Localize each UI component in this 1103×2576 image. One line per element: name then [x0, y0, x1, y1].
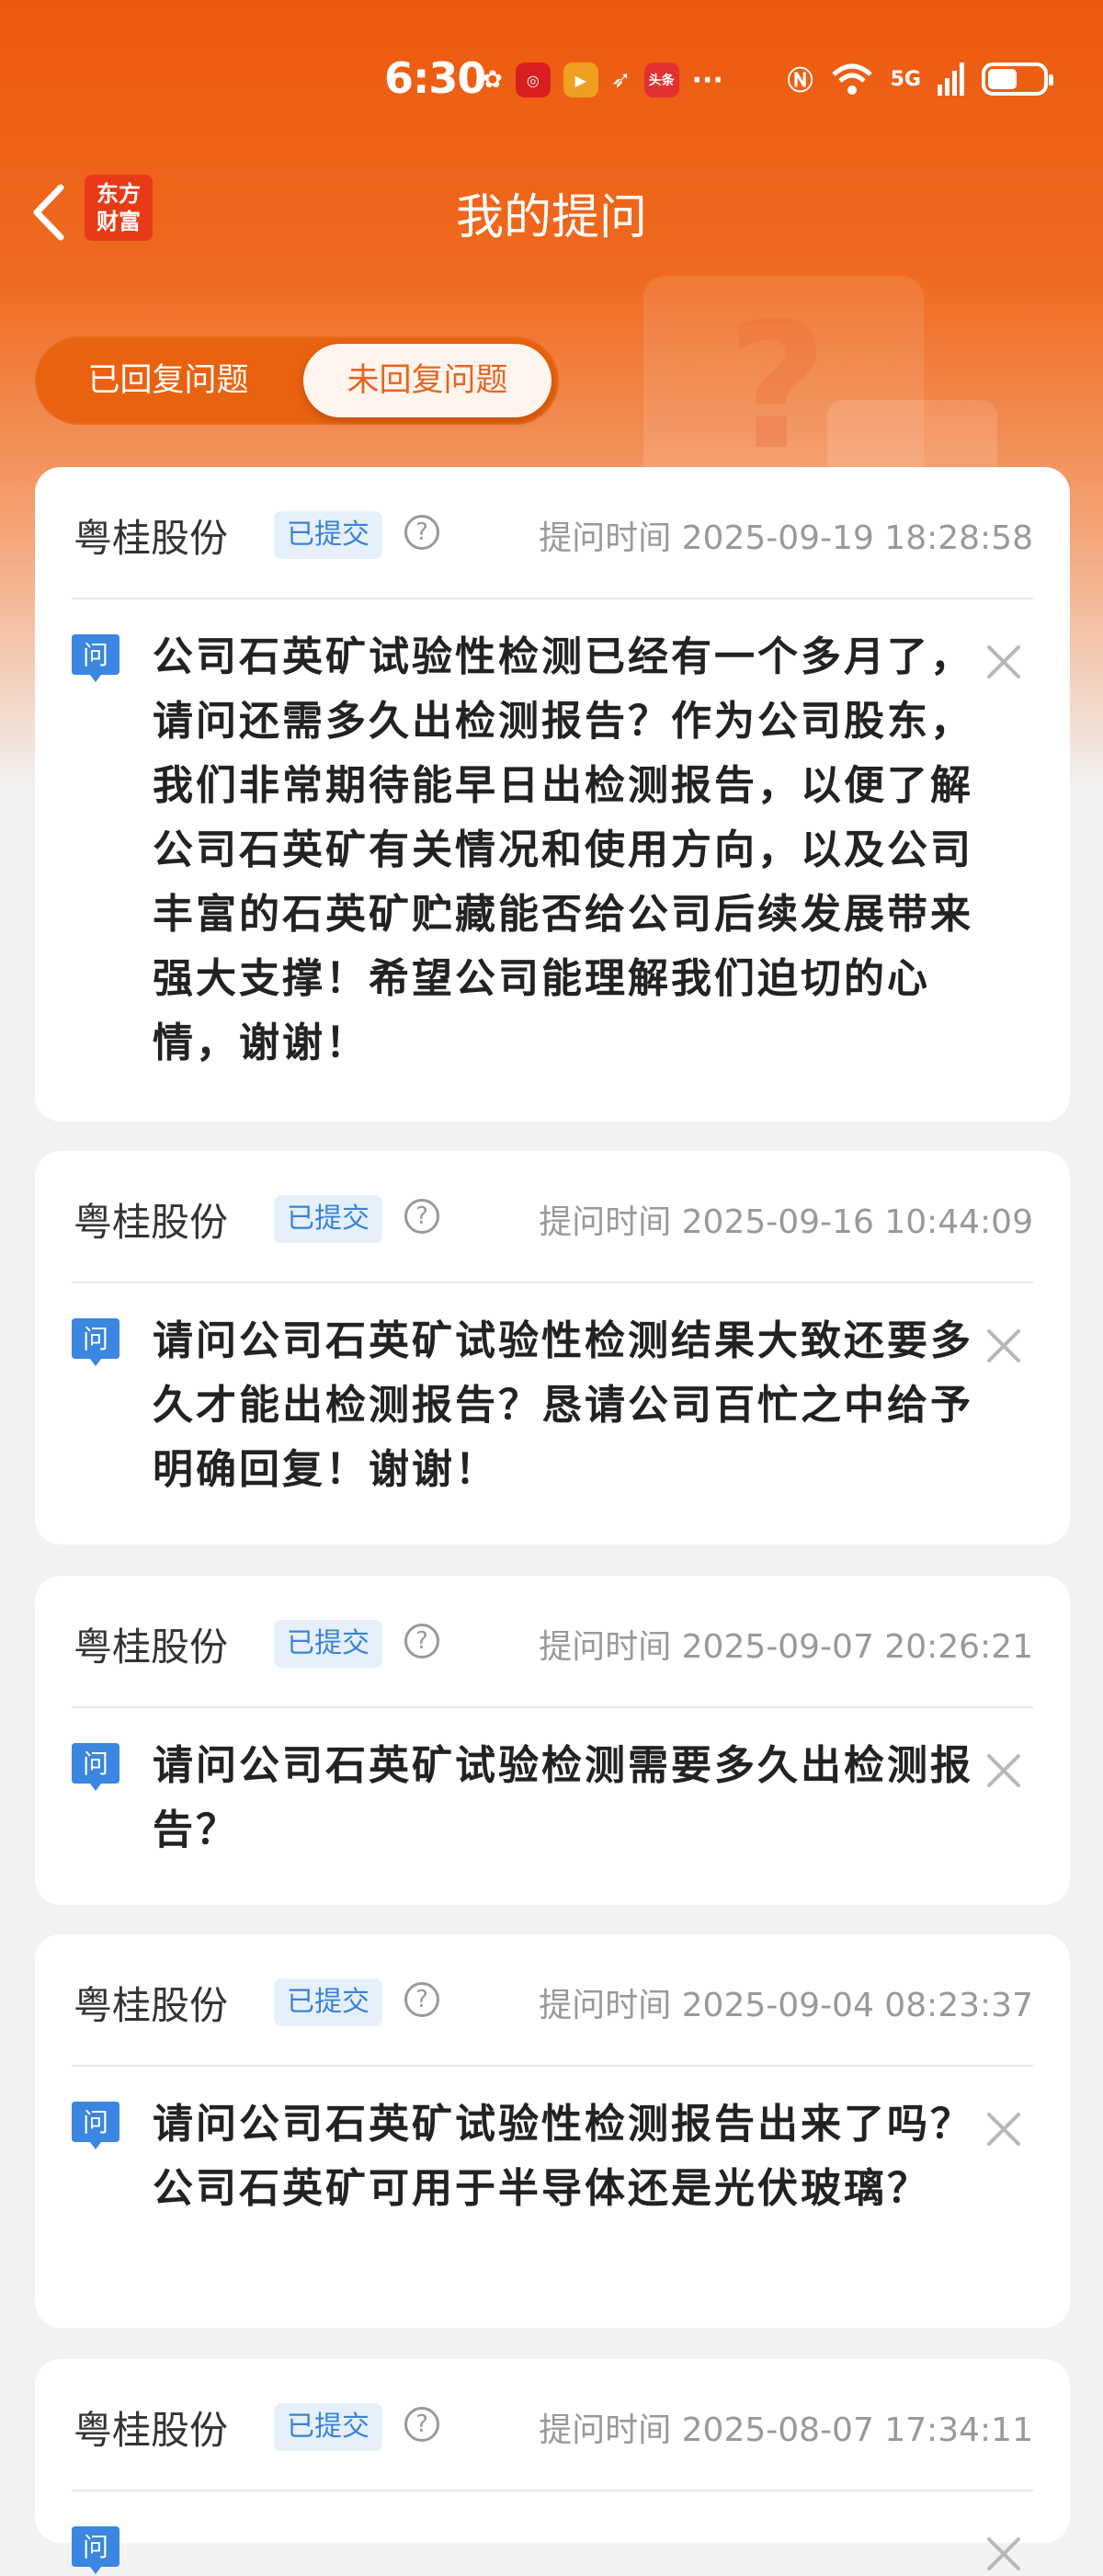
page-title: 我的提问: [455, 190, 647, 245]
divider: [72, 2490, 1033, 2491]
video-app-icon: ▶: [563, 63, 598, 97]
status-badge: 已提交: [274, 2403, 382, 2451]
question-card[interactable]: 粤桂股份 已提交 ? 提问时间 2025-09-16 10:44:09 问 请问…: [35, 1151, 1070, 1544]
send-icon: ➶: [610, 66, 631, 94]
question-text: 请问公司石英矿试验性检测结果大致还要多久才能出检测报告？恳请公司百忙之中给予明确…: [153, 1317, 973, 1493]
question-card[interactable]: 粤桂股份 已提交 ? 提问时间 2025-09-19 18:28:58 问 公司…: [35, 467, 1070, 1122]
question-time: 提问时间 2025-09-07 20:26:21: [539, 1628, 1033, 1666]
divider: [72, 1282, 1033, 1283]
company-name[interactable]: 粤桂股份: [74, 507, 228, 564]
question-icon-label: 问: [83, 640, 108, 670]
battery-level: [988, 69, 1018, 89]
close-icon[interactable]: [984, 2109, 1024, 2149]
question-text: 公司石英矿试验性检测已经有一个多月了，请问还需多久出检测报告？作为公司股东，我们…: [153, 633, 973, 1066]
question-icon: 问: [72, 1743, 119, 1791]
divider: [72, 2065, 1033, 2067]
question-icon-label: 问: [83, 2107, 108, 2137]
tab-answered[interactable]: 已回复问题: [35, 336, 301, 425]
question-time: 提问时间 2025-09-16 10:44:09: [539, 1203, 1033, 1241]
close-icon[interactable]: [984, 1326, 1024, 1366]
divider: [72, 598, 1033, 599]
toutiao-icon: 头条: [643, 63, 679, 97]
company-name[interactable]: 粤桂股份: [74, 1191, 228, 1248]
app-icon-2: ◎: [515, 63, 551, 97]
close-icon[interactable]: [984, 642, 1024, 682]
question-text: 请问公司石英矿试验检测需要多久出检测报告？: [153, 1742, 973, 1853]
tab-bar: 已回复问题 未回复问题: [35, 336, 559, 425]
question-mark-glyph: ?: [726, 285, 828, 488]
help-icon[interactable]: ?: [404, 1624, 439, 1658]
more-dots-icon: ···: [691, 63, 723, 97]
help-icon[interactable]: ?: [404, 2407, 439, 2442]
notification-icons: ✿ ◎ ▶ ➶ 头条 ···: [483, 63, 723, 97]
status-time: 6:30: [384, 53, 486, 103]
help-icon[interactable]: ?: [404, 515, 439, 550]
system-icons: Ⓝ 5G: [787, 61, 1053, 97]
question-icon-label: 问: [83, 1324, 108, 1354]
wifi-icon: [831, 63, 872, 95]
status-badge: 已提交: [274, 1195, 382, 1243]
signal-icon: [938, 63, 964, 96]
divider: [72, 1706, 1033, 1708]
status-badge: 已提交: [274, 1978, 382, 2026]
app-icon-1: ✿: [483, 66, 503, 94]
question-icon: 问: [72, 2526, 119, 2574]
question-card[interactable]: 粤桂股份 已提交 ? 提问时间 2025-09-07 20:26:21 问 请问…: [35, 1576, 1070, 1905]
question-time: 提问时间 2025-08-07 17:34:11: [539, 2411, 1033, 2449]
question-icon-label: 问: [83, 1749, 108, 1779]
status-badge: 已提交: [274, 1620, 382, 1668]
help-icon[interactable]: ?: [404, 1199, 439, 1234]
company-name[interactable]: 粤桂股份: [74, 2399, 228, 2456]
question-time: 提问时间 2025-09-19 18:28:58: [539, 519, 1033, 557]
question-icon: 问: [72, 2102, 119, 2149]
nfc-icon: Ⓝ: [787, 65, 813, 96]
tab-unanswered[interactable]: 未回复问题: [303, 344, 552, 417]
company-name[interactable]: 粤桂股份: [74, 1975, 228, 2031]
question-card[interactable]: 粤桂股份 已提交 ? 提问时间 2025-09-04 08:23:37 问 请问…: [35, 1934, 1070, 2328]
question-time: 提问时间 2025-09-04 08:23:37: [539, 1987, 1033, 2024]
question-icon-label: 问: [83, 2532, 108, 2562]
help-icon[interactable]: ?: [404, 1982, 439, 2017]
network-label: 5G: [890, 67, 921, 91]
status-bar: 6:30 ✿ ◎ ▶ ➶ 头条 ··· Ⓝ 5G: [0, 46, 1103, 120]
company-name[interactable]: 粤桂股份: [74, 1616, 228, 1672]
close-icon[interactable]: [984, 1750, 1024, 1791]
question-icon: 问: [72, 1318, 119, 1366]
battery-icon: [982, 63, 1053, 96]
question-card[interactable]: 粤桂股份 已提交 ? 提问时间 2025-08-07 17:34:11 问: [35, 2359, 1070, 2574]
status-badge: 已提交: [274, 511, 382, 559]
question-text: 请问公司石英矿试验性检测报告出来了吗？公司石英矿可用于半导体还是光伏玻璃？: [153, 2101, 973, 2212]
question-icon: 问: [72, 634, 119, 682]
close-icon[interactable]: [984, 2534, 1024, 2574]
